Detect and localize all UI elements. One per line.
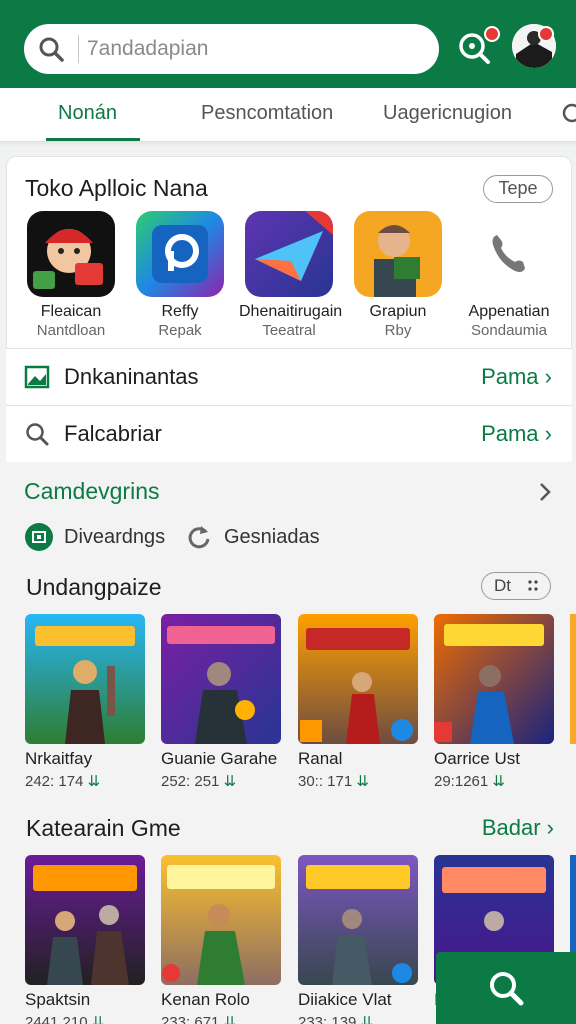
row-label: Falcabriar [64, 421, 162, 446]
game-cover [298, 855, 418, 985]
app-name: Appenatian [468, 303, 550, 320]
app-icon [27, 211, 115, 297]
categories-title[interactable]: Camdevgrins [24, 478, 160, 505]
row-link[interactable]: Pama › [481, 364, 552, 390]
app-name: Dhenaitirugain [239, 303, 343, 320]
tab-categories[interactable]: Uagericnugion [383, 102, 512, 125]
games-icon [25, 523, 53, 551]
category-pill[interactable]: Diveardngs [24, 522, 165, 552]
app-tile[interactable]: Reffy Repak [130, 211, 230, 339]
download-icon: ⇊ [223, 773, 237, 790]
game-card[interactable]: Ranal 30:: 171 ⇊ [298, 614, 420, 790]
chevron-right-icon[interactable] [538, 482, 552, 502]
game-meta: 233: 671 ⇊ [161, 1013, 283, 1024]
game-cover [434, 614, 554, 744]
game-title: Diiakice Vlat [298, 990, 392, 1009]
search-placeholder[interactable]: 7andadapian [87, 37, 208, 61]
app-name: Reffy [161, 303, 199, 320]
search-icon [39, 37, 64, 62]
game-meta: 2441 210 ⇊ [25, 1013, 147, 1024]
row-downloads[interactable]: Dnkaninantas Pama › [6, 348, 572, 404]
game-cover-partial[interactable] [570, 614, 576, 744]
app-tile[interactable]: Dhenaitirugain Teeatral [239, 211, 343, 339]
app-header: 7andadapian [0, 0, 576, 88]
section-title: Katearain Gme [26, 815, 181, 841]
game-card[interactable]: Nrkaitfay 242: 174 ⇊ [25, 614, 147, 790]
app-subtitle: Repak [158, 322, 202, 339]
tab-overflow-icon[interactable] [560, 103, 576, 127]
search-icon [26, 423, 49, 446]
app-tile[interactable]: Grapiun Rby [348, 211, 448, 339]
app-tile[interactable]: Fleaican Nantdloan [21, 211, 121, 339]
app-subtitle: Sondaumia [471, 322, 547, 339]
app-name: Grapiun [369, 303, 427, 320]
game-title: Ranal [298, 749, 343, 768]
tab-recommendation[interactable]: Pesncomtation [201, 102, 333, 125]
game-title: Spaktsin [25, 990, 91, 1009]
game-meta: 29:1261 ⇊ [434, 773, 505, 790]
row-label: Dnkaninantas [64, 363, 199, 389]
game-title: Guanie Garahe [161, 749, 278, 768]
download-icon: ⇊ [87, 773, 101, 790]
game-card[interactable]: Spaktsin 2441 210 ⇊ [25, 855, 147, 1024]
search-fab[interactable] [436, 952, 576, 1024]
search-icon [490, 972, 524, 1006]
pill-label: Gesniadas [224, 525, 320, 548]
download-icon: ⇊ [492, 773, 505, 790]
category-pill[interactable]: Gesniadas [184, 522, 320, 552]
game-meta: 233: 139 ⇊ [298, 1013, 420, 1024]
section-title: Undangpaize [26, 574, 162, 600]
row-search[interactable]: Falcabriar Pama › [6, 405, 572, 462]
pill-label: Diveardngs [64, 525, 166, 548]
game-meta: 242: 174 ⇊ [25, 773, 101, 790]
app-subtitle: Nantdloan [36, 322, 106, 339]
game-title: Kenan Rolo [161, 990, 250, 1009]
featured-title: Toko Aplloic Nana [25, 175, 208, 201]
section-link[interactable]: Badar › [482, 815, 554, 841]
app-subtitle: Rby [384, 322, 412, 339]
game-cover [161, 855, 281, 985]
search-bar[interactable]: 7andadapian [24, 24, 439, 74]
featured-chip[interactable]: Tepe [483, 175, 553, 203]
notification-dot [484, 26, 500, 42]
game-cover [25, 855, 145, 985]
phone-icon [465, 211, 553, 297]
more-icon [528, 580, 538, 591]
app-icon [136, 211, 224, 297]
game-card[interactable]: Diiakice Vlat 233: 139 ⇊ [298, 855, 420, 1024]
game-cover [298, 614, 418, 744]
game-cover [161, 614, 281, 744]
tab-bar: Nonán Pesncomtation Uagericnugion [0, 88, 576, 142]
download-icon: ⇊ [91, 1014, 105, 1024]
game-card[interactable]: Oarrice Ust 29:1261 ⇊ [434, 614, 556, 790]
app-icon [245, 211, 333, 297]
avatar-badge [538, 26, 554, 42]
game-card[interactable]: Guanie Garahe 252: 251 ⇊ [161, 614, 283, 790]
section-chip[interactable]: Dt [481, 572, 551, 600]
game-card[interactable]: Kenan Rolo 233: 671 ⇊ [161, 855, 283, 1024]
app-icon [354, 211, 442, 297]
active-tab-indicator [46, 138, 140, 141]
tab-home[interactable]: Nonán [58, 102, 117, 125]
image-icon [24, 365, 50, 388]
refresh-icon [188, 526, 210, 549]
app-tile[interactable]: Appenatian Sondaumia [459, 211, 559, 339]
app-subtitle: Teeatral [262, 322, 316, 339]
game-meta: 252: 251 ⇊ [161, 773, 237, 790]
game-meta: 30:: 171 ⇊ [298, 773, 369, 790]
download-icon: ⇊ [360, 1014, 374, 1024]
search-divider [78, 35, 79, 63]
row-link[interactable]: Pama › [481, 421, 552, 447]
game-title: Oarrice Ust [434, 749, 520, 768]
app-name: Fleaican [40, 303, 102, 320]
download-icon: ⇊ [356, 773, 369, 790]
download-icon: ⇊ [223, 1014, 237, 1024]
game-title: Nrkaitfay [25, 749, 93, 768]
game-cover [25, 614, 145, 744]
